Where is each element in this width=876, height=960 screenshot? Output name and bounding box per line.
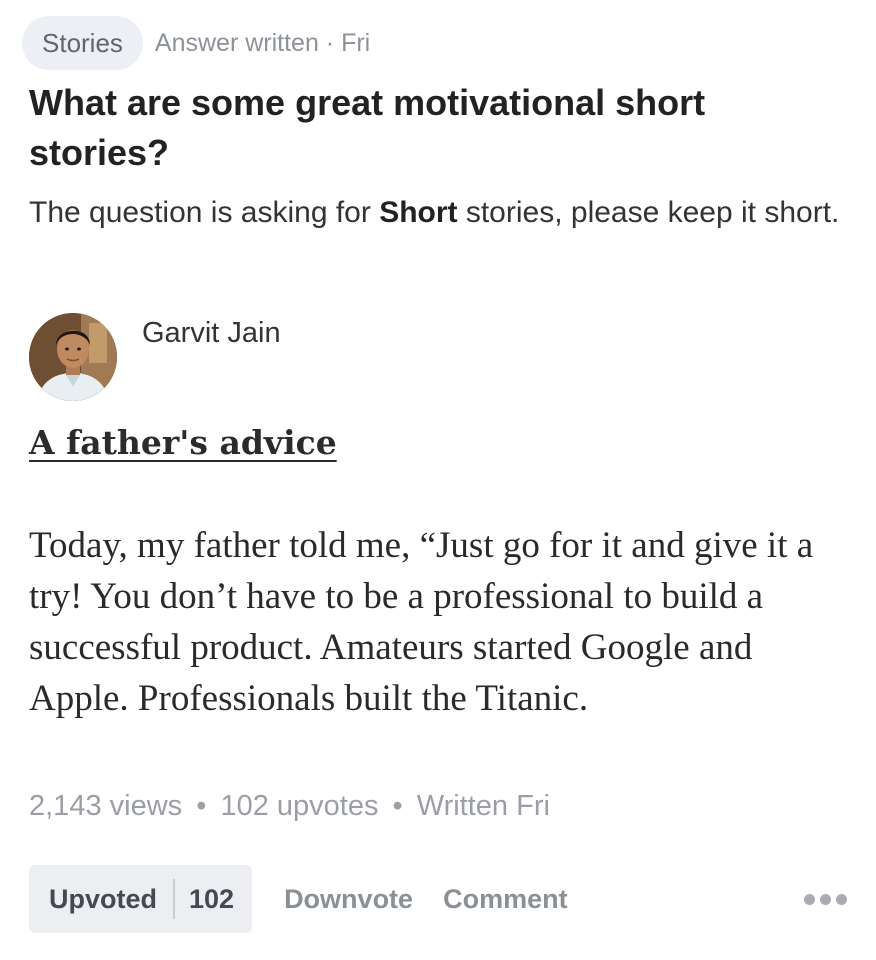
question-details-text-end: stories, please keep it short. xyxy=(457,196,840,229)
upvotes-count[interactable]: 102 upvotes xyxy=(220,790,378,822)
more-dot xyxy=(804,893,815,905)
answer-stats: 2,143 views • 102 upvotes • Written Fri xyxy=(29,786,550,826)
more-dot xyxy=(836,893,847,905)
user-photo-icon xyxy=(29,313,117,401)
answer-action-bar: Upvoted 102 Downvote Comment xyxy=(29,865,851,933)
topic-chip[interactable]: Stories xyxy=(22,16,143,70)
comment-button[interactable]: Comment xyxy=(443,884,568,915)
answer-written-date: Answer written · Fri xyxy=(154,28,371,57)
upvote-divider xyxy=(173,879,175,919)
question-details-text: The question is asking for xyxy=(29,196,380,229)
question-details: The question is asking for Short stories… xyxy=(29,190,859,236)
views-count: 2,143 views xyxy=(29,790,183,822)
author-name[interactable]: Garvit Jain xyxy=(142,313,281,353)
upvote-button[interactable]: Upvoted 102 xyxy=(29,865,253,933)
answer-body-text: Today, my father told me, “Just go for i… xyxy=(29,525,814,719)
written-date: Written Fri xyxy=(416,790,550,822)
upvote-count: 102 xyxy=(189,883,235,914)
stats-separator: • xyxy=(196,790,207,822)
question-details-emphasis: Short xyxy=(379,196,458,229)
more-options-icon[interactable] xyxy=(804,893,847,905)
downvote-button[interactable]: Downvote xyxy=(284,884,413,915)
author-avatar[interactable] xyxy=(29,313,117,401)
more-dot xyxy=(820,893,831,905)
answer-meta-row: Stories Answer written · Fri xyxy=(22,16,370,70)
stats-separator: • xyxy=(392,790,403,822)
answer-story-title: A father's advice xyxy=(29,423,337,462)
question-title[interactable]: What are some great motivational short s… xyxy=(29,78,829,178)
upvote-label: Upvoted xyxy=(49,883,157,914)
